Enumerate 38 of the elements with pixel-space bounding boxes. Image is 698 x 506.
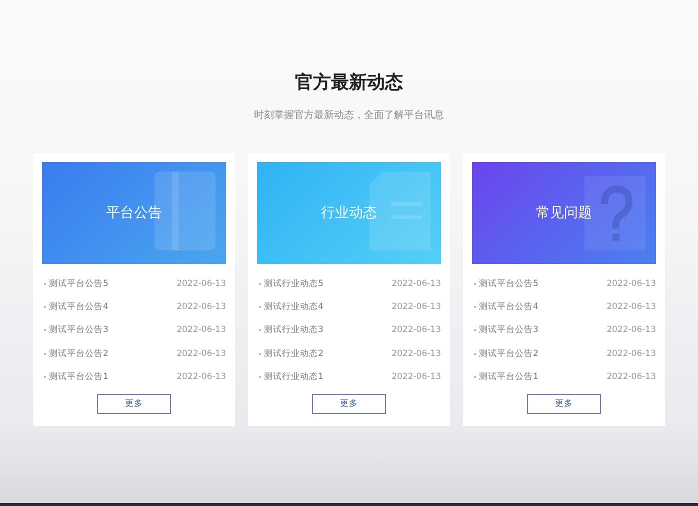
more-button[interactable]: 更多 xyxy=(312,394,386,414)
news-item-link[interactable]: 测试平台公告3 xyxy=(479,324,607,336)
news-date: 2022-06-13 xyxy=(392,302,441,312)
news-item-link[interactable]: 测试平台公告5 xyxy=(49,278,177,290)
news-date: 2022-06-13 xyxy=(176,278,226,289)
news-item-link[interactable]: 测试行业动态1 xyxy=(264,371,392,384)
news-date: 2022-06-13 xyxy=(392,325,441,336)
news-date: 2022-06-13 xyxy=(176,325,226,336)
news-item-link[interactable]: 测试平台公告2 xyxy=(49,348,177,360)
news-item-link[interactable]: 测试平台公告4 xyxy=(479,301,607,314)
news-item-link[interactable]: 测试行业动态2 xyxy=(264,348,392,360)
news-date: 2022-06-13 xyxy=(392,278,441,289)
news-date: 2022-06-13 xyxy=(392,348,441,359)
news-date: 2022-06-13 xyxy=(606,302,656,312)
news-date: 2022-06-13 xyxy=(606,348,656,359)
news-item-link[interactable]: 测试平台公告2 xyxy=(479,348,607,360)
card-title: 常见问题 xyxy=(536,204,592,222)
more-button[interactable]: 更多 xyxy=(527,394,601,414)
news-item-link[interactable]: 测试平台公告1 xyxy=(49,371,177,384)
section-title: 官方最新动态 xyxy=(295,71,403,95)
news-date: 2022-06-13 xyxy=(606,325,656,336)
news-item-link[interactable]: 测试行业动态4 xyxy=(264,301,392,314)
news-item-link[interactable]: 测试行业动态3 xyxy=(264,324,392,336)
news-item-link[interactable]: 测试行业动态5 xyxy=(264,278,392,290)
news-date: 2022-06-13 xyxy=(176,348,226,359)
section-subtitle: 时刻掌握官方最新动态，全面了解平台讯息 xyxy=(254,109,444,123)
news-date: 2022-06-13 xyxy=(606,372,656,382)
news-item-link[interactable]: 测试平台公告1 xyxy=(479,371,607,384)
more-button[interactable]: 更多 xyxy=(97,394,171,414)
news-item-link[interactable]: 测试平台公告4 xyxy=(49,301,177,314)
news-item-link[interactable]: 测试平台公告3 xyxy=(49,324,177,336)
news-date: 2022-06-13 xyxy=(176,372,226,382)
card-title: 平台公告 xyxy=(106,204,162,222)
news-date: 2022-06-13 xyxy=(606,278,656,289)
card-title: 行业动态 xyxy=(321,204,377,222)
news-date: 2022-06-13 xyxy=(392,372,441,382)
news-date: 2022-06-13 xyxy=(176,302,226,312)
news-item-link[interactable]: 测试平台公告5 xyxy=(479,278,607,290)
